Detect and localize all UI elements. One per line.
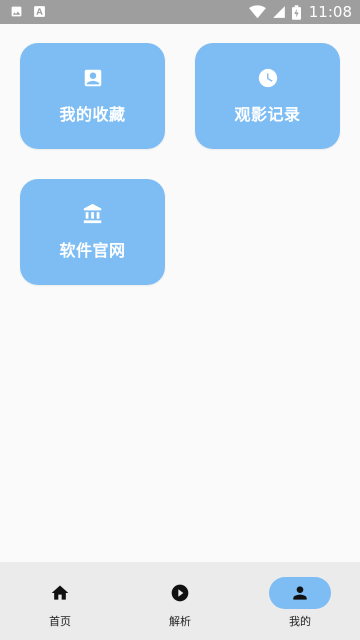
nav-label-home: 首页	[49, 615, 71, 628]
signal-icon	[272, 5, 286, 19]
nav-label-mine: 我的	[289, 615, 311, 628]
clock-icon	[257, 67, 279, 89]
person-icon	[290, 583, 310, 603]
contact-card-icon	[82, 67, 104, 89]
play-circle-icon	[170, 583, 190, 603]
status-bar-left	[10, 5, 46, 18]
official-site-card[interactable]: 软件官网	[20, 179, 165, 285]
watch-history-card-label: 观影记录	[234, 105, 301, 124]
image-icon	[10, 5, 23, 18]
favorites-card[interactable]: 我的收藏	[20, 43, 165, 149]
nav-item-parse[interactable]: 解析	[120, 562, 240, 640]
bank-icon	[82, 203, 104, 225]
watch-history-card[interactable]: 观影记录	[195, 43, 340, 149]
bottom-navigation: 首页 解析 我的	[0, 562, 360, 640]
nav-label-parse: 解析	[169, 615, 191, 628]
nav-item-home[interactable]: 首页	[0, 562, 120, 640]
favorites-card-label: 我的收藏	[59, 105, 126, 124]
home-icon	[50, 583, 70, 603]
status-bar-right: 11:08	[248, 0, 352, 24]
main-content: 我的收藏 观影记录 软件官网	[0, 24, 360, 562]
status-time: 11:08	[308, 3, 352, 21]
nav-item-mine[interactable]: 我的	[240, 562, 360, 640]
battery-icon	[291, 4, 301, 20]
status-bar: 11:08	[0, 0, 360, 24]
wifi-icon	[248, 5, 266, 19]
official-site-card-label: 软件官网	[59, 241, 126, 260]
font-icon	[33, 5, 46, 18]
